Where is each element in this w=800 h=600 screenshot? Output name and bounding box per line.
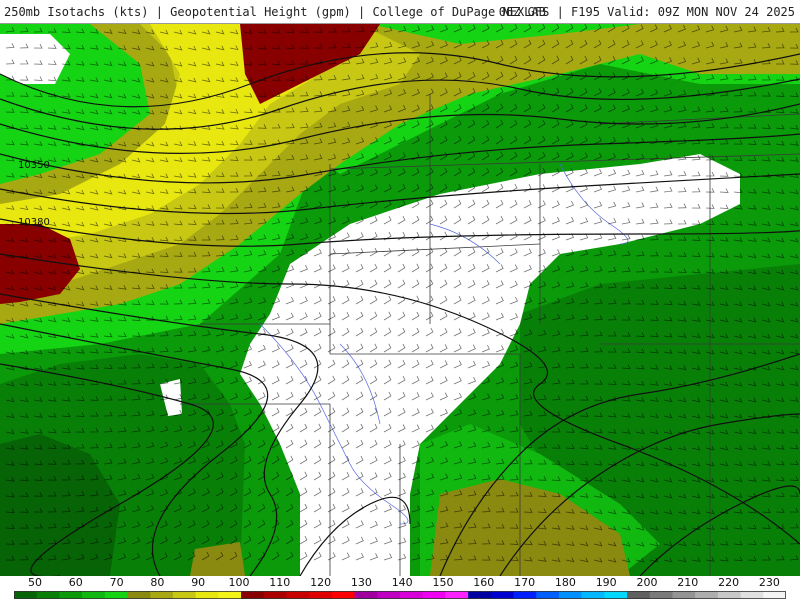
colorbar-swatch — [195, 591, 219, 599]
colorbar-swatch — [558, 591, 583, 599]
colorbar-swatch — [127, 591, 151, 599]
colorbar-swatch — [172, 591, 197, 599]
colorbar-swatch — [331, 591, 356, 599]
colorbar-swatch — [354, 591, 378, 599]
colorbar-gradient — [14, 591, 786, 599]
colorbar-label: 60 — [68, 576, 83, 589]
colorbar-label: 140 — [391, 576, 413, 589]
colorbar-swatch — [649, 591, 673, 599]
colorbar-swatch — [627, 591, 651, 599]
colorbar-label: 70 — [109, 576, 124, 589]
map-header: 250mb Isotachs (kts) | Geopotential Heig… — [0, 0, 800, 24]
colorbar-swatch — [104, 591, 129, 599]
colorbar-swatch — [604, 591, 628, 599]
model-run-valid-time: 06Z GFS | F195 Valid: 09Z MON NOV 24 202… — [498, 5, 795, 19]
colorbar-swatch — [763, 591, 786, 599]
colorbar-swatch — [740, 591, 764, 599]
colorbar-label: 200 — [636, 576, 658, 589]
colorbar-swatch — [400, 591, 424, 599]
contour-label-10380: 10380 — [18, 217, 50, 228]
colorbar-label: 190 — [595, 576, 617, 589]
colorbar-labels: 50 60 70 80 90 100 110 120 130 140 150 160 170 180 190… — [0, 576, 800, 589]
weather-map[interactable]: 10350 10380 — [0, 24, 800, 576]
colorbar-swatch — [672, 591, 696, 599]
colorbar-swatch — [536, 591, 560, 599]
colorbar-swatch — [286, 591, 310, 599]
colorbar-label: 90 — [191, 576, 206, 589]
colorbar-swatch — [82, 591, 106, 599]
colorbar-swatch — [150, 591, 174, 599]
colorbar-label: 80 — [150, 576, 165, 589]
colorbar-swatch — [422, 591, 446, 599]
colorbar-swatch — [218, 591, 242, 599]
colorbar-label: 170 — [514, 576, 536, 589]
colorbar-swatch — [513, 591, 537, 599]
colorbar-swatch — [59, 591, 83, 599]
colorbar-swatch — [490, 591, 515, 599]
colorbar-label: 50 — [28, 576, 42, 589]
colorbar-swatch — [309, 591, 333, 599]
colorbar-label: 180 — [554, 576, 576, 589]
colorbar-swatch — [717, 591, 742, 599]
colorbar-swatch — [36, 591, 60, 599]
isotach-colorbar: 50 60 70 80 90 100 110 120 130 140 150 160 170 180 190… — [0, 576, 800, 600]
colorbar-swatch — [241, 591, 265, 599]
colorbar-label: 100 — [228, 576, 250, 589]
colorbar-swatch — [468, 591, 492, 599]
colorbar-swatch — [263, 591, 287, 599]
colorbar-swatch — [695, 591, 719, 599]
colorbar-swatch — [377, 591, 401, 599]
colorbar-label: 130 — [350, 576, 372, 589]
product-title: 250mb Isotachs (kts) | Geopotential Heig… — [4, 5, 546, 19]
colorbar-swatch — [14, 591, 38, 599]
colorbar-label: 230 — [758, 576, 780, 589]
colorbar-label: 120 — [310, 576, 332, 589]
colorbar-label: 110 — [269, 576, 291, 589]
colorbar-label: 210 — [677, 576, 699, 589]
colorbar-label: 220 — [718, 576, 740, 589]
colorbar-label: 160 — [473, 576, 495, 589]
colorbar-swatch — [445, 591, 469, 599]
colorbar-swatch — [581, 591, 605, 599]
contour-label-10350: 10350 — [18, 160, 50, 171]
colorbar-label: 150 — [432, 576, 454, 589]
